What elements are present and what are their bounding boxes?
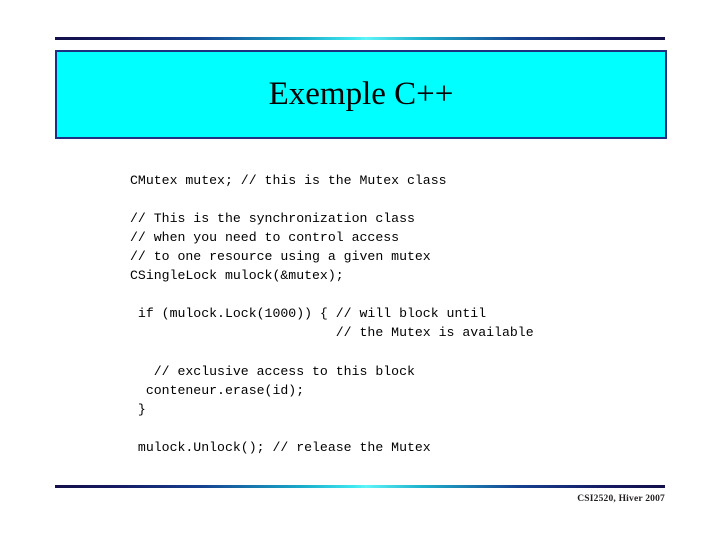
slide-canvas: Exemple C++ CMutex mutex; // this is the… — [0, 0, 720, 540]
code-line: // when you need to control access — [130, 230, 400, 245]
code-line: } — [130, 402, 146, 417]
page-title: Exemple C++ — [268, 76, 454, 112]
code-line: // the Mutex is available — [130, 325, 534, 340]
code-block-gap — [130, 190, 690, 209]
code-block-gap — [130, 352, 690, 362]
code-line: // This is the synchronization class — [130, 211, 415, 226]
footer-course-label: CSI2520, Hiver 2007 — [577, 494, 665, 504]
code-line: conteneur.erase(id); — [130, 383, 305, 398]
slide-title-box: Exemple C++ — [55, 50, 667, 139]
top-divider-rule — [55, 37, 665, 40]
code-block-gap — [130, 419, 690, 438]
code-line: CMutex mutex; // this is the Mutex class — [130, 173, 447, 188]
code-line: // to one resource using a given mutex — [130, 249, 431, 264]
code-line: // exclusive access to this block — [130, 364, 415, 379]
code-block-gap — [130, 285, 690, 304]
bottom-divider-rule — [55, 485, 665, 488]
code-line: if (mulock.Lock(1000)) { // will block u… — [130, 306, 487, 321]
code-block-gap — [130, 342, 690, 352]
code-line: CSingleLock mulock(&mutex); — [130, 268, 344, 283]
code-line: mulock.Unlock(); // release the Mutex — [130, 440, 431, 455]
code-listing: CMutex mutex; // this is the Mutex class… — [130, 171, 690, 457]
